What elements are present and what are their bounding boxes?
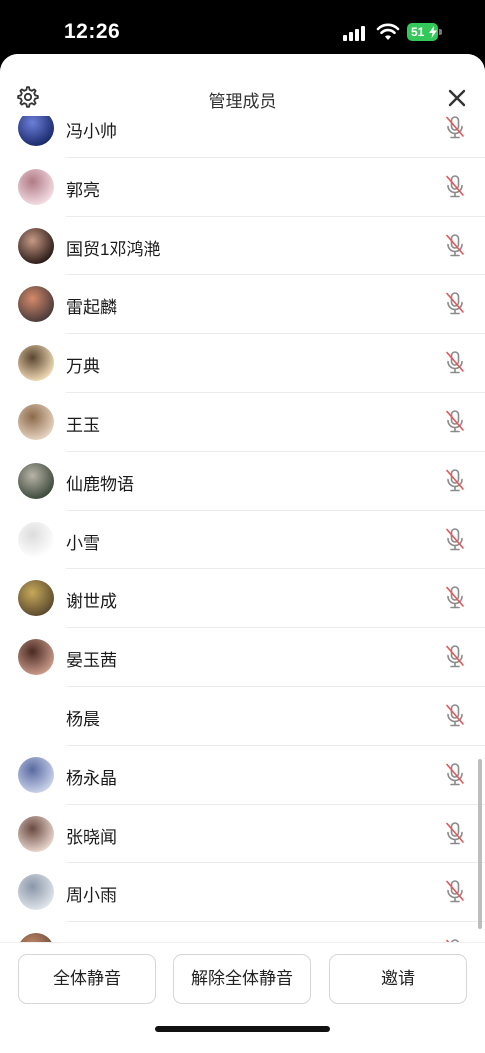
member-avatar <box>18 521 54 558</box>
mic-muted-icon[interactable] <box>444 468 466 494</box>
mic-muted-icon[interactable] <box>444 174 466 200</box>
member-avatar <box>18 345 54 382</box>
member-name: 周小雨 <box>66 886 117 906</box>
manage-members-sheet: 冯小帅郭亮国贸1邓鸿滟 雷起麟万典王玉仙鹿物语小雪谢世成晏玉茜杨晨杨永晶张晓闻周小… <box>0 54 485 1053</box>
member-name: 郭亮 <box>66 180 100 200</box>
member-name: 国贸1邓鸿滟 <box>66 239 161 259</box>
cellular-signal-icon <box>343 25 369 41</box>
member-row[interactable]: 万典 <box>0 334 485 393</box>
mic-muted-icon[interactable] <box>444 821 466 847</box>
member-row[interactable]: 周小雨 <box>0 863 485 923</box>
member-row[interactable]: 雷起麟 <box>0 275 485 335</box>
mute-all-button[interactable]: 全体静音 <box>18 954 156 1004</box>
status-time: 12:26 <box>64 20 121 43</box>
member-row[interactable]: 王玉 <box>0 393 485 452</box>
member-avatar <box>18 168 54 205</box>
mic-muted-icon[interactable] <box>444 762 466 788</box>
member-row[interactable]: 谢世成 <box>0 569 485 629</box>
member-avatar <box>18 815 54 852</box>
member-name: 晏玉茜 <box>66 651 117 671</box>
member-list-content: 冯小帅郭亮国贸1邓鸿滟 雷起麟万典王玉仙鹿物语小雪谢世成晏玉茜杨晨杨永晶张晓闻周小… <box>0 99 485 942</box>
member-avatar <box>18 403 54 440</box>
member-list[interactable]: 冯小帅郭亮国贸1邓鸿滟 雷起麟万典王玉仙鹿物语小雪谢世成晏玉茜杨晨杨永晶张晓闻周小… <box>0 54 485 942</box>
close-icon[interactable] <box>446 87 468 109</box>
member-avatar <box>18 756 54 793</box>
member-avatar <box>18 639 54 676</box>
sheet-title: 管理成员 <box>208 92 277 111</box>
bottom-action-bar: 全体静音 解除全体静音 邀请 <box>0 942 485 1053</box>
member-row[interactable]: 杨晨 <box>0 687 485 746</box>
member-name: 杨永晶 <box>66 768 117 788</box>
home-indicator <box>155 1026 330 1032</box>
member-name: 冯小帅 <box>66 122 117 141</box>
mic-muted-icon[interactable] <box>444 115 466 141</box>
mic-muted-icon[interactable] <box>444 585 466 611</box>
member-name: 谢世成 <box>66 592 117 612</box>
member-name: 杨晨 <box>66 709 100 729</box>
mic-muted-icon[interactable] <box>444 291 466 317</box>
member-row[interactable]: 郭亮 <box>0 158 485 217</box>
member-avatar <box>18 933 54 942</box>
member-name: 王玉 <box>66 415 100 435</box>
member-avatar <box>18 286 54 323</box>
mic-muted-icon[interactable] <box>444 644 466 670</box>
scrollbar[interactable] <box>478 759 482 929</box>
member-row[interactable]: 仙鹿物语 <box>0 452 485 511</box>
mic-muted-icon[interactable] <box>444 527 466 553</box>
member-row[interactable]: 张晓闻 <box>0 805 485 864</box>
sheet-header: 管理成员 <box>0 54 485 116</box>
member-avatar <box>18 697 54 734</box>
battery-icon: 51 <box>407 23 442 41</box>
member-avatar <box>18 874 54 911</box>
unmute-all-button[interactable]: 解除全体静音 <box>173 954 311 1004</box>
member-name: 张晓闻 <box>66 827 117 847</box>
member-row[interactable]: 晏玉茜 <box>0 628 485 687</box>
member-name: 雷起麟 <box>66 298 117 318</box>
member-name: 小雪 <box>66 533 100 553</box>
member-avatar <box>18 580 54 617</box>
invite-button[interactable]: 邀请 <box>329 954 467 1004</box>
member-name: 仙鹿物语 <box>66 474 134 494</box>
mic-muted-icon[interactable] <box>444 879 466 905</box>
member-row[interactable]: 杨永晶 <box>0 746 485 805</box>
member-row[interactable]: 李欣雨 <box>0 922 485 942</box>
mic-muted-icon[interactable] <box>444 409 466 435</box>
member-row[interactable]: 国贸1邓鸿滟 <box>0 217 485 276</box>
member-name: 万典 <box>66 357 100 377</box>
member-avatar <box>18 227 54 264</box>
status-bar: 12:26 51 <box>0 0 485 56</box>
member-row[interactable]: 小雪 <box>0 511 485 570</box>
mic-muted-icon[interactable] <box>444 703 466 729</box>
member-avatar <box>18 462 54 499</box>
mic-muted-icon[interactable] <box>444 233 466 259</box>
mic-muted-icon[interactable] <box>444 350 466 376</box>
charging-bolt-icon <box>429 26 437 38</box>
wifi-icon <box>376 23 400 40</box>
